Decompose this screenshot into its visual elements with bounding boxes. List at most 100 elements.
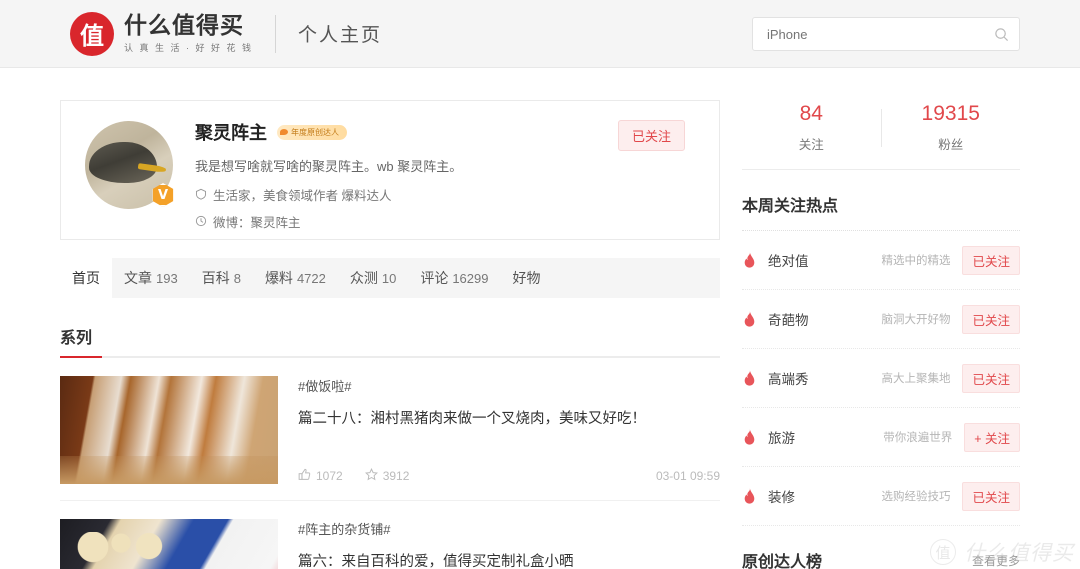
profile-card: V 聚灵阵主 年度原创达人 已关注 我是想写啥就写啥的聚灵阵主。wb 聚灵阵主。… [60,100,720,240]
tab-goods[interactable]: 好物 [500,258,552,298]
topic-follow-button[interactable]: 已关注 [962,304,1020,334]
favorite-count: 3912 [382,469,410,483]
giftbox-thumbnail-image [60,519,278,569]
followers-count: 19315 [921,102,980,125]
following-label: 关注 [798,138,824,152]
search-icon[interactable] [994,27,1009,42]
search-box[interactable] [752,17,1020,51]
post-title[interactable]: 篇二十八：湘村黑猪肉来做一个叉烧肉，美味又好吃！ [298,409,720,431]
topic-desc: 精选中的精选 [881,255,951,267]
flame-icon [742,311,759,327]
topic-name: 绝对值 [768,254,809,269]
follow-button[interactable]: 已关注 [617,120,685,151]
hot-topics-title: 本周关注热点 [742,198,839,215]
tab-deals-count: 4722 [296,270,326,286]
logo-mark-icon: 值 [70,11,114,56]
tab-wiki-label: 百科 [201,270,230,286]
post-item[interactable]: #阵主的杂货铺# 篇六：来自百科的爱，值得买定制礼盒小晒 [60,501,720,569]
post-body: #阵主的杂货铺# 篇六：来自百科的爱，值得买定制礼盒小晒 [298,519,720,569]
series-underline [60,356,720,358]
logo-title: 什么值得买 [124,11,244,38]
following-stat[interactable]: 84 关注 [742,102,881,153]
topic-item-qipawu[interactable]: 奇葩物 脑洞大开好物 已关注 [742,290,1020,349]
topic-desc: 带你浪遍世界 [883,432,953,444]
like-stat[interactable]: 1072 [298,468,343,484]
pork-thumbnail-image [60,376,278,484]
post-date: 03-01 09:59 [655,469,720,483]
tab-comments[interactable]: 评论 16299 [408,258,500,298]
profile-bio: 我是想写啥就写啥的聚灵阵主。wb 聚灵阵主。 [195,159,463,174]
search-input[interactable] [767,26,994,42]
shield-icon [195,188,207,200]
post-tag[interactable]: #阵主的杂货铺# [298,519,720,538]
tab-home[interactable]: 首页 [60,258,112,298]
tab-deals-label: 爆料 [264,270,293,286]
topic-desc: 脑洞大开好物 [881,314,951,326]
post-body: #做饭啦# 篇二十八：湘村黑猪肉来做一个叉烧肉，美味又好吃！ 1072 3912… [298,376,720,484]
series-title: 系列 [60,330,93,347]
star-icon [364,467,378,484]
avatar-bird-shape [88,142,158,183]
tab-articles-count: 193 [156,270,178,286]
following-count: 84 [799,102,823,125]
user-name: 聚灵阵主 [195,123,267,143]
tab-wiki[interactable]: 百科 8 [190,258,253,298]
rank-title: 原创达人榜 [742,554,823,569]
logo-subtitle: 认 真 生 活 · 好 好 花 钱 [124,43,254,54]
followers-label: 粉丝 [938,138,964,152]
page-title: 个人主页 [298,25,383,46]
topic-name: 旅游 [768,431,795,446]
hot-topics-header: 本周关注热点 [742,170,1020,231]
topic-item-zhuangxiu[interactable]: 装修 选购经验技巧 已关注 [742,467,1020,526]
topic-follow-button[interactable]: 已关注 [962,481,1020,511]
profile-stats: 84 关注 19315 粉丝 [742,92,1020,170]
flame-icon [742,429,759,445]
post-item[interactable]: #做饭啦# 篇二十八：湘村黑猪肉来做一个叉烧肉，美味又好吃！ 1072 3912… [60,358,720,501]
topic-item-juedui[interactable]: 绝对值 精选中的精选 已关注 [742,231,1020,290]
site-header: 值 什么值得买 认 真 生 活 · 好 好 花 钱 个人主页 [0,0,1080,68]
profile-meta-weibo: 微博：聚灵阵主 [195,212,695,231]
rank-more-link[interactable]: 查看更多 [972,552,1020,569]
tab-reviews-count: 10 [381,270,397,286]
series-section-header: 系列 [60,324,720,358]
post-tag[interactable]: #做饭啦# [298,376,720,395]
tab-wiki-count: 8 [233,270,241,286]
header-divider [275,14,277,53]
profile-meta-role: 生活家，美食领域作者 爆料达人 [195,185,695,204]
favorite-stat[interactable]: 3912 [364,467,410,484]
flame-icon [742,252,759,268]
topic-name: 奇葩物 [768,313,809,328]
topic-name: 装修 [768,490,795,505]
topic-item-gaoduanxiu[interactable]: 高端秀 高大上聚集地 已关注 [742,349,1020,408]
post-thumbnail[interactable] [60,376,278,484]
topic-follow-button[interactable]: 已关注 [962,363,1020,393]
topic-desc: 高大上聚集地 [881,373,951,385]
profile-role-text: 生活家，美食领域作者 爆料达人 [213,188,392,203]
tab-articles-label: 文章 [124,270,152,286]
post-title[interactable]: 篇六：来自百科的爱，值得买定制礼盒小晒 [298,552,720,569]
profile-tabs: 首页 文章 193 百科 8 爆料 4722 众测 10 评论 16299 好物 [60,258,720,298]
left-column: V 聚灵阵主 年度原创达人 已关注 我是想写啥就写啥的聚灵阵主。wb 聚灵阵主。… [60,68,720,569]
avatar[interactable]: V [85,121,174,209]
topic-follow-button[interactable]: + 关注 [964,422,1020,452]
main-content: V 聚灵阵主 年度原创达人 已关注 我是想写啥就写啥的聚灵阵主。wb 聚灵阵主。… [0,68,1080,569]
right-sidebar: 84 关注 19315 粉丝 本周关注热点 绝对值 精选中的精选 已关注 奇葩物… [742,68,1020,569]
clock-icon [195,215,207,227]
post-thumbnail[interactable] [60,519,278,569]
tab-comments-count: 16299 [452,270,489,286]
tab-reviews[interactable]: 众测 10 [338,258,408,298]
tab-home-label: 首页 [72,270,100,286]
logo-text: 什么值得买 认 真 生 活 · 好 好 花 钱 [124,11,254,54]
topic-item-lvyou[interactable]: 旅游 带你浪遍世界 + 关注 [742,408,1020,467]
tab-goods-label: 好物 [512,270,541,286]
followers-stat[interactable]: 19315 粉丝 [882,102,1021,153]
site-logo[interactable]: 值 什么值得买 认 真 生 活 · 好 好 花 钱 [70,11,254,56]
thumbs-up-icon [298,468,311,484]
tab-deals[interactable]: 爆料 4722 [253,258,338,298]
topic-desc: 选购经验技巧 [881,491,951,503]
user-badge: 年度原创达人 [277,124,347,140]
tab-articles[interactable]: 文章 193 [112,258,190,298]
tab-reviews-label: 众测 [349,270,378,286]
profile-weibo-text: 微博：聚灵阵主 [213,215,301,230]
topic-follow-button[interactable]: 已关注 [962,245,1020,275]
